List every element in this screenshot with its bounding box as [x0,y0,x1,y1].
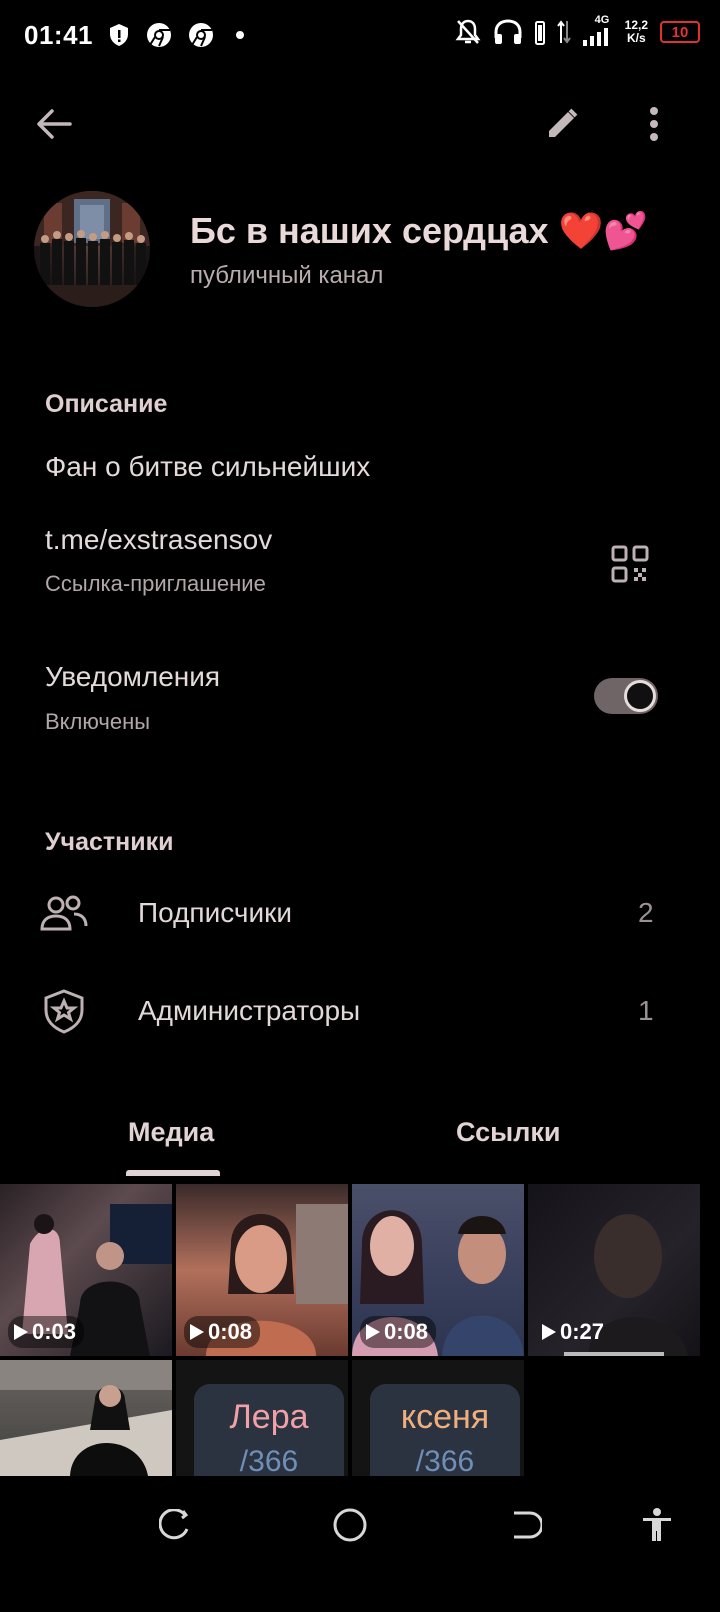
tab-indicator [126,1170,220,1176]
signal-icon: 4G [582,14,613,46]
speed-unit: K/s [626,31,646,45]
administrators-count: 1 [638,995,654,1026]
people-icon [40,895,88,931]
card-number: /366 [239,1445,299,1476]
recents-icon [159,1509,189,1540]
edit-button[interactable] [538,100,586,148]
status-icons-left [108,22,244,48]
system-navigation-bar [0,1476,720,1612]
video-duration: 0:08 [360,1316,437,1348]
media-thumbnail[interactable] [0,1360,172,1476]
duration-text: 0:08 [384,1319,429,1344]
pencil-icon [549,108,578,137]
back-nav-icon [514,1511,542,1539]
notification-dot-icon [236,31,244,39]
invite-link-label: Ссылка-приглашение [45,571,266,596]
accessibility-icon [643,1508,671,1541]
duration-text: 0:03 [32,1319,77,1344]
recents-button[interactable] [150,1500,200,1550]
media-thumbnail[interactable]: 0:03 [0,1184,172,1356]
headphones-icon [494,19,522,44]
accessibility-button[interactable] [632,1500,682,1550]
administrators-label: Администраторы [138,995,361,1026]
network-speed: 12,2 K/s [625,19,648,45]
play-icon [542,1324,556,1340]
notifications-state: Включены [45,709,151,734]
card-number: /366 [415,1445,475,1476]
subscribers-row[interactable]: Подписчики 2 [0,870,720,960]
qr-code-icon [611,545,649,583]
play-icon [190,1324,204,1340]
chrome-icon [147,23,171,47]
shield-status-icon [110,24,128,46]
play-icon [366,1324,380,1340]
card-name: ксеня [400,1398,490,1436]
invite-link-row[interactable]: t.me/exstrasensov Ссылка-приглашение [0,510,720,606]
shield-star-icon [44,989,84,1034]
description-text: Фан о битве сильнейших [45,451,371,482]
play-icon [14,1324,28,1340]
media-thumbnail[interactable]: 0:27 [528,1184,700,1356]
tab-media[interactable]: Медиа [128,1117,214,1148]
network-type: 4G [594,14,610,26]
thumbnail-image [0,1360,172,1476]
media-thumbnail[interactable]: ксеня/366 [352,1360,524,1476]
channel-name: Бс в наших сердцах ❤️💕 [190,210,649,251]
invite-link[interactable]: t.me/exstrasensov [45,524,272,556]
duration-text: 0:08 [208,1319,253,1344]
video-duration: 0:03 [8,1316,85,1348]
card-name: Лера [229,1398,309,1436]
more-options-button[interactable] [630,100,678,148]
status-time: 01:41 [24,20,93,50]
data-arrows-icon [556,20,571,44]
chrome-icon [189,23,213,47]
thumbnail-card: Лера/366 [194,1384,344,1476]
home-button[interactable] [325,1500,375,1550]
media-grid: 0:03 0:08 0:08 0:27 Лера /366 ксеня /366 [0,1184,720,1476]
video-duration: 0:08 [184,1316,261,1348]
channel-avatar[interactable] [34,191,150,307]
video-duration: 0:27 [536,1316,612,1348]
duration-text: 0:27 [560,1319,605,1344]
more-vertical-icon [650,107,658,141]
channel-type: публичный канал [190,262,384,289]
description-title: Описание [45,390,168,418]
battery-charging-small-icon [534,21,545,45]
tab-links[interactable]: Ссылки [456,1117,560,1148]
avatar-photo [34,191,150,307]
media-thumbnail[interactable]: 0:08 [352,1184,524,1356]
status-icons-right: 4G 12,2 K/s 10 [455,14,700,46]
thumbnail-card: ксеня/366 [370,1384,520,1476]
participants-title: Участники [45,828,174,856]
home-circle-icon [333,1508,367,1542]
media-thumbnail[interactable]: Лера/366 [176,1360,348,1476]
qr-code-button[interactable] [606,540,654,588]
notifications-title: Уведомления [45,661,221,692]
toggle-knob [624,680,656,712]
notifications-toggle[interactable] [594,678,658,714]
back-button[interactable] [30,100,78,148]
arrow-left-icon [37,109,72,139]
media-thumbnail[interactable]: 0:08 [176,1184,348,1356]
back-nav-button[interactable] [500,1500,550,1550]
subscribers-count: 2 [638,897,654,928]
battery-indicator: 10 [660,21,700,43]
bell-off-icon [455,19,481,44]
subscribers-label: Подписчики [138,897,293,928]
administrators-row[interactable]: Администраторы 1 [0,966,720,1056]
